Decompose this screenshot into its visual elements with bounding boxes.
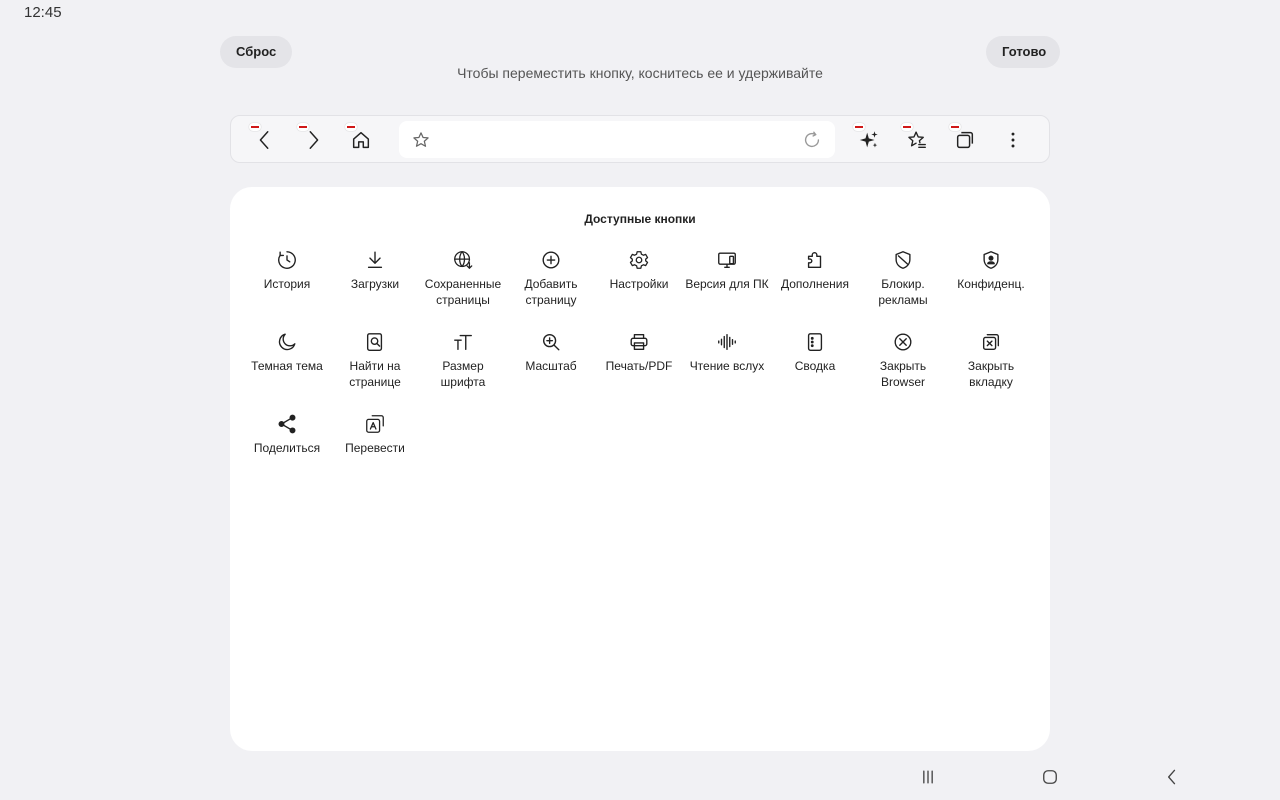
- bookmarks-icon: [908, 131, 926, 149]
- button-history[interactable]: История: [243, 249, 331, 331]
- button-settings[interactable]: Настройки: [595, 249, 683, 331]
- remove-button-marker[interactable]: [345, 123, 357, 131]
- forward-icon: [309, 131, 319, 149]
- zoom-icon: [542, 333, 560, 351]
- available-buttons-grid: История Загрузки Сохраненные страницы До…: [243, 249, 1043, 495]
- remove-button-marker[interactable]: [249, 123, 261, 131]
- summary-icon: [807, 333, 823, 351]
- toolbar-forward-button[interactable]: [293, 120, 333, 160]
- sparkle-icon: [859, 131, 878, 148]
- button-privacy[interactable]: Конфиденц.: [947, 249, 1035, 331]
- saved-pages-icon: [454, 251, 473, 270]
- button-label: История: [263, 277, 311, 291]
- button-label: Блокир. рекламы: [878, 277, 928, 307]
- button-zoom[interactable]: Масштаб: [507, 331, 595, 413]
- button-share[interactable]: Поделиться: [243, 413, 331, 495]
- toolbar-more-button[interactable]: [993, 120, 1033, 160]
- button-label: Чтение вслух: [689, 359, 765, 373]
- panel-title: Доступные кнопки: [584, 212, 696, 226]
- recent-apps-button[interactable]: [914, 764, 942, 790]
- button-close-tab[interactable]: Закрыть вкладку: [947, 331, 1035, 413]
- desktop-version-icon: [718, 252, 736, 269]
- remove-button-marker[interactable]: [297, 123, 309, 131]
- button-label: Размер шрифта: [440, 359, 486, 389]
- available-buttons-panel: Доступные кнопки История Загрузки Сохран…: [230, 187, 1050, 751]
- button-addons[interactable]: Дополнения: [771, 249, 859, 331]
- button-label: Темная тема: [251, 359, 323, 373]
- toolbar-back-button[interactable]: [245, 120, 285, 160]
- button-translate[interactable]: Перевести: [331, 413, 419, 495]
- button-saved-pages[interactable]: Сохраненные страницы: [419, 249, 507, 331]
- close-browser-icon: [894, 333, 912, 351]
- browser-toolbar-preview: [230, 115, 1050, 163]
- button-label: Закрыть Browser: [879, 359, 927, 389]
- button-label: Перевести: [345, 441, 405, 455]
- more-icon: [1011, 132, 1015, 148]
- share-icon: [278, 414, 296, 434]
- button-label: Сводка: [794, 359, 836, 373]
- button-add-page[interactable]: Добавить страницу: [507, 249, 595, 331]
- button-label: Сохраненные страницы: [424, 277, 502, 307]
- instruction-hint: Чтобы переместить кнопку, коснитесь ее и…: [457, 65, 823, 81]
- history-icon: [278, 251, 296, 269]
- remove-button-marker[interactable]: [949, 123, 961, 131]
- button-close-browser[interactable]: Закрыть Browser: [859, 331, 947, 413]
- button-label: Поделиться: [253, 441, 321, 455]
- toolbar-tabs-button[interactable]: [945, 120, 985, 160]
- find-on-page-icon: [366, 333, 383, 351]
- close-tab-icon: [982, 333, 1000, 351]
- remove-button-marker[interactable]: [901, 123, 913, 131]
- back-nav-icon: [1168, 769, 1176, 785]
- back-icon: [259, 131, 269, 149]
- toolbar-home-button[interactable]: [341, 120, 381, 160]
- button-label: Добавить страницу: [524, 277, 578, 307]
- button-label: Печать/PDF: [605, 359, 673, 373]
- button-desktop-version[interactable]: Версия для ПК: [683, 249, 771, 331]
- add-page-icon: [542, 251, 560, 269]
- translate-icon: [366, 415, 384, 433]
- settings-icon: [629, 251, 649, 269]
- home-nav-icon: [1043, 770, 1057, 784]
- button-dark-mode[interactable]: Темная тема: [243, 331, 331, 413]
- recent-apps-icon: [923, 770, 933, 784]
- button-label: Закрыть вкладку: [967, 359, 1015, 389]
- download-icon: [367, 251, 383, 269]
- toolbar-bookmarks-button[interactable]: [897, 120, 937, 160]
- button-label: Настройки: [609, 277, 669, 291]
- back-nav-button[interactable]: [1158, 764, 1186, 790]
- toolbar-ai-button[interactable]: [849, 120, 889, 160]
- button-label: Версия для ПК: [685, 277, 769, 291]
- tabs-icon: [956, 131, 974, 149]
- button-label: Масштаб: [525, 359, 577, 373]
- read-aloud-icon: [718, 333, 736, 351]
- home-nav-button[interactable]: [1036, 764, 1064, 790]
- status-time: 12:45: [24, 4, 62, 21]
- privacy-icon: [983, 251, 999, 269]
- reload-icon[interactable]: [801, 129, 823, 151]
- font-size-icon: [454, 334, 472, 351]
- home-icon: [352, 131, 370, 149]
- button-label: Дополнения: [781, 277, 849, 291]
- dark-mode-icon: [278, 333, 296, 351]
- remove-button-marker[interactable]: [853, 123, 865, 131]
- reset-button[interactable]: Сброс: [220, 36, 292, 68]
- button-label: Найти на странице: [349, 359, 401, 389]
- print-icon: [630, 333, 648, 351]
- ad-block-icon: [895, 251, 911, 269]
- addons-icon: [807, 252, 822, 269]
- done-button[interactable]: Готово: [986, 36, 1060, 68]
- system-navigation-bar: [0, 760, 1280, 794]
- star-icon[interactable]: [411, 130, 431, 150]
- button-font-size[interactable]: Размер шрифта: [419, 331, 507, 413]
- button-find-on-page[interactable]: Найти на странице: [331, 331, 419, 413]
- button-summary[interactable]: Сводка: [771, 331, 859, 413]
- button-read-aloud[interactable]: Чтение вслух: [683, 331, 771, 413]
- button-ad-block[interactable]: Блокир. рекламы: [859, 249, 947, 331]
- button-print[interactable]: Печать/PDF: [595, 331, 683, 413]
- button-downloads[interactable]: Загрузки: [331, 249, 419, 331]
- url-bar[interactable]: [399, 121, 835, 158]
- button-label: Конфиденц.: [957, 277, 1025, 291]
- button-label: Загрузки: [350, 277, 400, 291]
